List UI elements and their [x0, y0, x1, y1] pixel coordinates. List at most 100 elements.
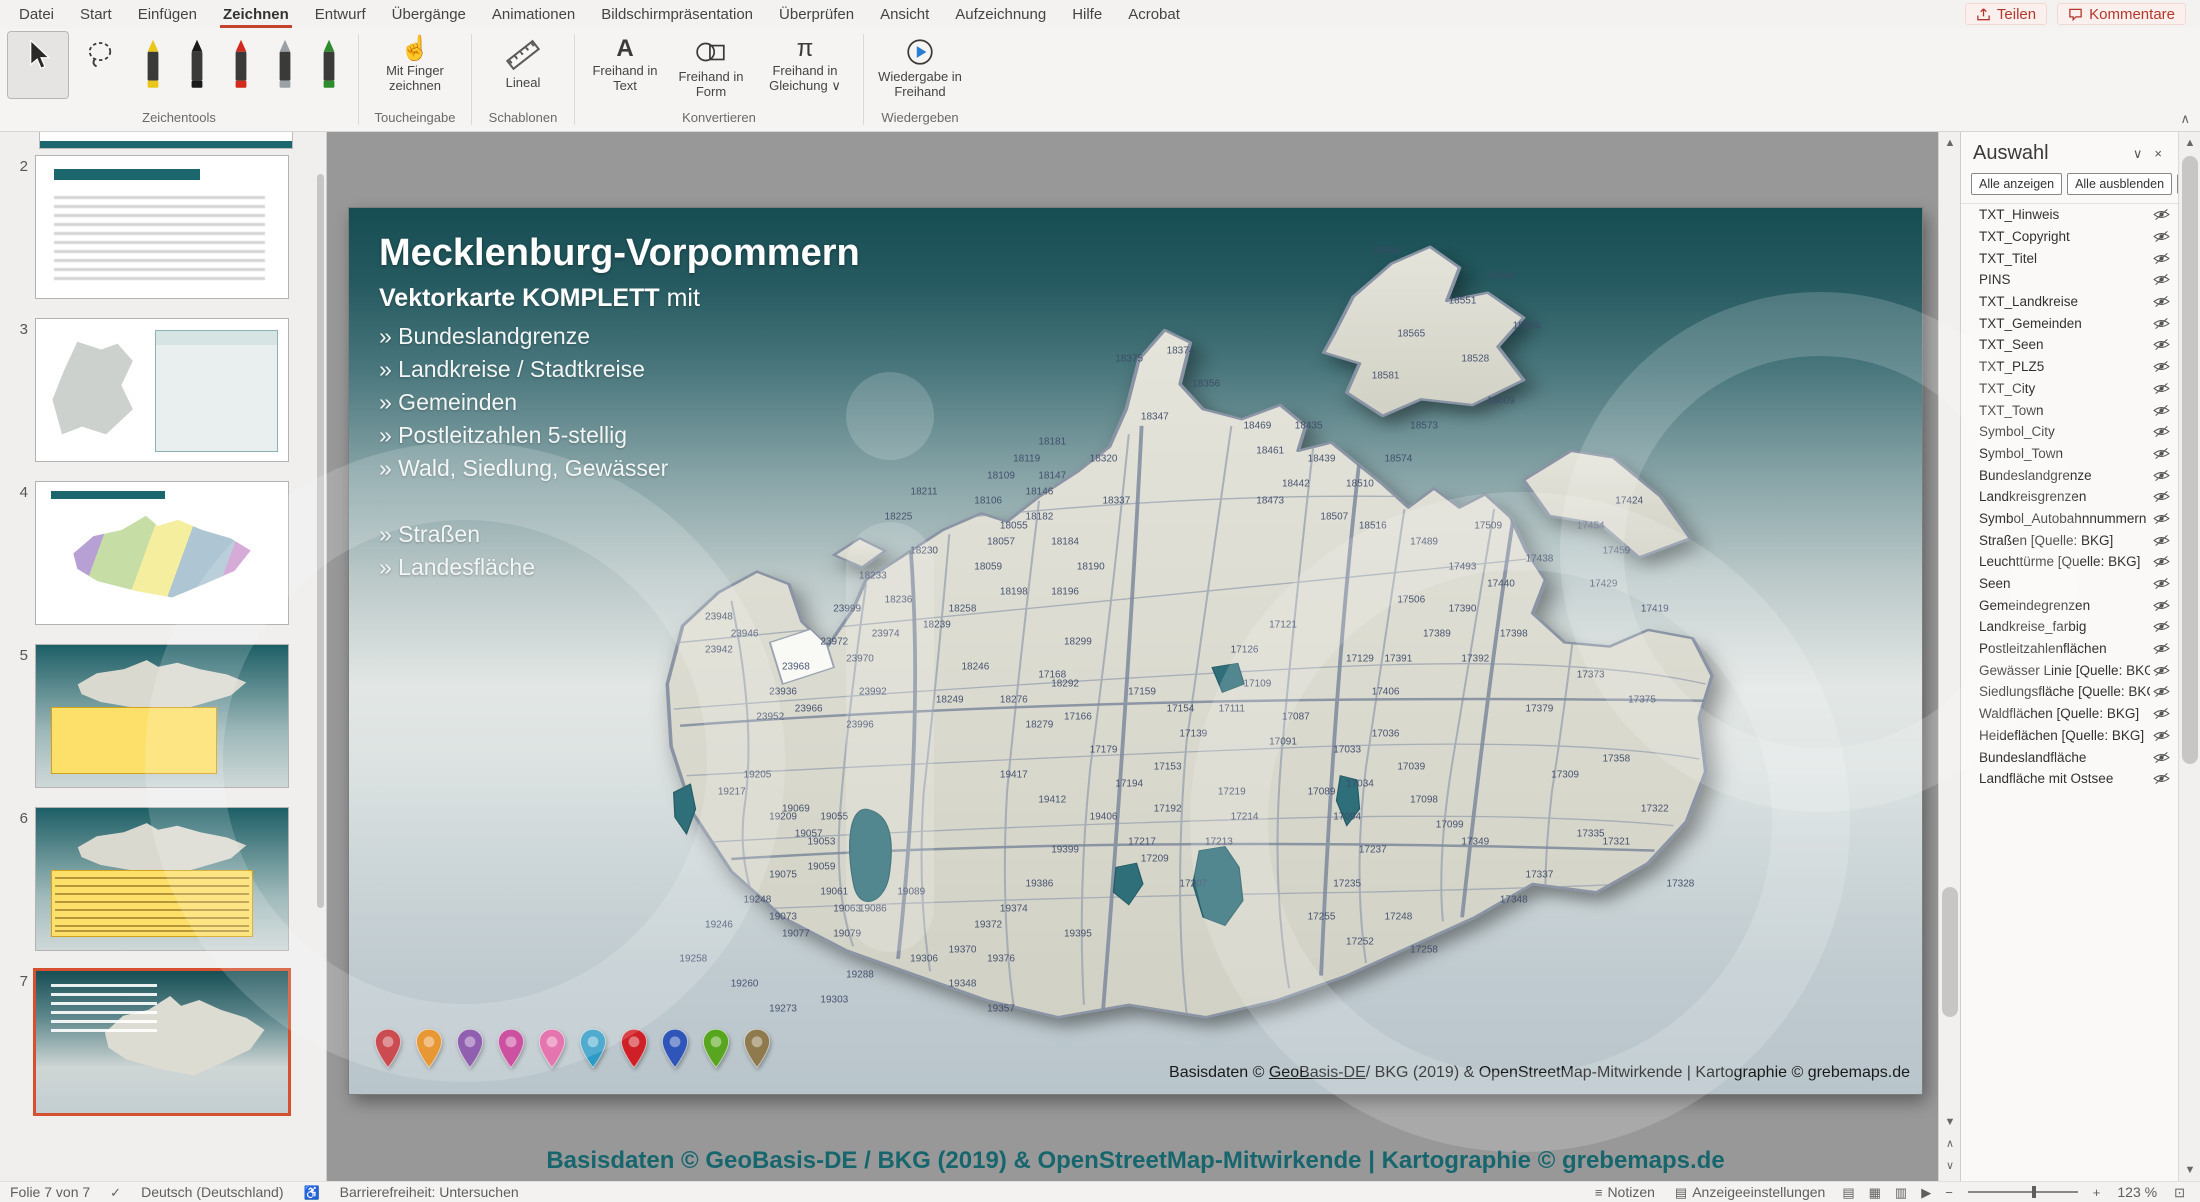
selection-item[interactable]: TXT_City: [1961, 378, 2178, 400]
slide-thumbnail[interactable]: 3: [0, 319, 326, 461]
ink-replay-button[interactable]: Wiedergabe in Freihand: [872, 32, 968, 99]
scroll-up-icon[interactable]: ▲: [1939, 132, 1961, 154]
selection-item[interactable]: Landkreise_farbig: [1961, 616, 2178, 638]
pen-button[interactable]: [176, 32, 218, 98]
eye-slash-icon[interactable]: [2150, 338, 2170, 351]
ribbon-tab[interactable]: Überprüfen: [766, 0, 867, 28]
eye-slash-icon[interactable]: [2150, 512, 2170, 525]
eye-slash-icon[interactable]: [2150, 425, 2170, 438]
fit-to-window-icon[interactable]: ⊡: [2167, 1186, 2192, 1199]
slide-thumbnail[interactable]: 7: [0, 971, 326, 1113]
ribbon-tab[interactable]: Hilfe: [1059, 0, 1115, 28]
selection-item[interactable]: Straßen [Quelle: BKG]: [1961, 529, 2178, 551]
pen-button[interactable]: [220, 32, 262, 98]
selection-item[interactable]: Bundeslandgrenze: [1961, 464, 2178, 486]
ink-to-shape-button[interactable]: Freihand in Form: [669, 32, 753, 99]
eye-slash-icon[interactable]: [2150, 729, 2170, 742]
lasso-select-button[interactable]: [70, 32, 130, 98]
pen-button[interactable]: [308, 32, 350, 98]
pane-options-chevron-icon[interactable]: ∨: [2127, 146, 2149, 162]
thumbnail-slide1-partial[interactable]: [40, 132, 292, 148]
eye-slash-icon[interactable]: [2150, 360, 2170, 373]
selection-item[interactable]: Landfläche mit Ostsee: [1961, 768, 2178, 790]
eye-slash-icon[interactable]: [2150, 447, 2170, 460]
ribbon-tab[interactable]: Start: [67, 0, 125, 28]
eye-slash-icon[interactable]: [2150, 208, 2170, 221]
zoom-out-icon[interactable]: −: [1938, 1186, 1960, 1199]
selection-item[interactable]: TXT_Landkreise: [1961, 291, 2178, 313]
eye-slash-icon[interactable]: [2150, 490, 2170, 503]
slide[interactable]: 18556 18551 18565 18546 18528 18581 1858…: [349, 208, 1922, 1094]
eye-slash-icon[interactable]: [2150, 252, 2170, 265]
selection-item[interactable]: Symbol_Town: [1961, 443, 2178, 465]
zoom-level[interactable]: 123 %: [2107, 1182, 2167, 1202]
ribbon-tab[interactable]: Acrobat: [1115, 0, 1193, 28]
ribbon-tab[interactable]: Bildschirmpräsentation: [588, 0, 766, 28]
eye-slash-icon[interactable]: [2150, 664, 2170, 677]
selection-item[interactable]: Seen: [1961, 573, 2178, 595]
notes-toggle[interactable]: ≡ Notizen: [1585, 1182, 1665, 1202]
select-tool-button[interactable]: [7, 31, 69, 99]
selection-item[interactable]: Symbol_City: [1961, 421, 2178, 443]
ribbon-tab[interactable]: Animationen: [479, 0, 588, 28]
eye-slash-icon[interactable]: [2150, 317, 2170, 330]
selection-item[interactable]: PINS: [1961, 269, 2178, 291]
eye-slash-icon[interactable]: [2150, 230, 2170, 243]
draw-with-finger-button[interactable]: ☝ Mit Finger zeichnen: [367, 32, 463, 98]
selection-item[interactable]: TXT_Seen: [1961, 334, 2178, 356]
selection-item[interactable]: Leuchttürme [Quelle: BKG]: [1961, 551, 2178, 573]
collapse-ribbon-icon[interactable]: ∧: [2180, 111, 2190, 127]
eye-slash-icon[interactable]: [2150, 751, 2170, 764]
eye-slash-icon[interactable]: [2150, 382, 2170, 395]
scroll-down-icon[interactable]: ▼: [2179, 1159, 2200, 1181]
selection-item[interactable]: Heideflächen [Quelle: BKG]: [1961, 725, 2178, 747]
selection-item[interactable]: Waldflächen [Quelle: BKG]: [1961, 703, 2178, 725]
selection-item[interactable]: Gewässer Linie [Quelle: BKG]: [1961, 659, 2178, 681]
eye-slash-icon[interactable]: [2150, 555, 2170, 568]
selection-item[interactable]: Postleitzahlenflächen: [1961, 638, 2178, 660]
eye-slash-icon[interactable]: [2150, 469, 2170, 482]
ribbon-tab[interactable]: Entwurf: [302, 0, 379, 28]
eye-slash-icon[interactable]: [2150, 599, 2170, 612]
scroll-up-icon[interactable]: ▲: [2179, 132, 2200, 154]
next-slide-icon[interactable]: ∨: [1939, 1155, 1961, 1177]
reading-view-icon[interactable]: ▥: [1888, 1186, 1914, 1199]
normal-view-icon[interactable]: ▤: [1835, 1186, 1861, 1199]
proofing-icon[interactable]: ✓: [100, 1182, 131, 1202]
hide-all-button[interactable]: Alle ausblenden: [2067, 173, 2173, 195]
selection-item[interactable]: Siedlungsfläche [Quelle: BKG]: [1961, 681, 2178, 703]
scroll-down-icon[interactable]: ▼: [1939, 1111, 1961, 1133]
ribbon-tab[interactable]: Ansicht: [867, 0, 942, 28]
slide-sorter-view-icon[interactable]: ▦: [1862, 1186, 1888, 1199]
eye-slash-icon[interactable]: [2150, 295, 2170, 308]
selection-item[interactable]: TXT_PLZ5: [1961, 356, 2178, 378]
eye-slash-icon[interactable]: [2150, 577, 2170, 590]
accessibility-status[interactable]: Barrierefreiheit: Untersuchen: [330, 1182, 529, 1202]
language-indicator[interactable]: Deutsch (Deutschland): [131, 1182, 293, 1202]
slide-thumbnail[interactable]: 6: [0, 808, 326, 950]
ruler-button[interactable]: Lineal: [480, 32, 566, 98]
selection-item[interactable]: Bundeslandfläche: [1961, 746, 2178, 768]
selection-item[interactable]: TXT_Titel: [1961, 247, 2178, 269]
ribbon-tab[interactable]: Datei: [6, 0, 67, 28]
scrollbar-thumb[interactable]: [1942, 887, 1958, 1018]
pen-button[interactable]: [264, 32, 306, 98]
slideshow-view-icon[interactable]: ▶: [1914, 1186, 1938, 1199]
selection-item[interactable]: TXT_Town: [1961, 399, 2178, 421]
eye-slash-icon[interactable]: [2150, 273, 2170, 286]
vertical-scrollbar[interactable]: ▲ ▼ ∧ ∨: [1938, 132, 1960, 1181]
slide-thumbnail[interactable]: 5: [0, 645, 326, 787]
previous-slide-icon[interactable]: ∧: [1939, 1133, 1961, 1155]
zoom-in-icon[interactable]: +: [2086, 1186, 2108, 1199]
slide-counter[interactable]: Folie 7 von 7: [0, 1182, 100, 1202]
pane-close-icon[interactable]: ×: [2148, 146, 2168, 161]
show-all-button[interactable]: Alle anzeigen: [1971, 173, 2063, 195]
eye-slash-icon[interactable]: [2150, 404, 2170, 417]
ink-to-text-button[interactable]: A Freihand in Text: [583, 32, 667, 98]
eye-slash-icon[interactable]: [2150, 620, 2170, 633]
scrollbar-thumb[interactable]: [2182, 156, 2198, 765]
zoom-slider[interactable]: [1967, 1186, 2078, 1198]
ribbon-tab[interactable]: Einfügen: [125, 0, 210, 28]
eye-slash-icon[interactable]: [2150, 707, 2170, 720]
comments-button[interactable]: Kommentare: [2057, 3, 2186, 25]
